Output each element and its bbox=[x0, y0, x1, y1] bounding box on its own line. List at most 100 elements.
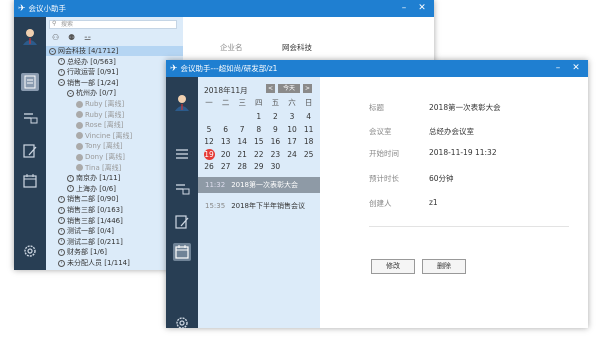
search-box[interactable]: ⚲ 搜索 bbox=[49, 20, 177, 29]
tree-node-row[interactable]: ⌄ 杭州办 [0/7] bbox=[46, 88, 116, 98]
expand-icon[interactable]: › bbox=[58, 68, 65, 76]
calendar-day[interactable]: 9 bbox=[267, 124, 283, 135]
calendar-day[interactable]: 4 bbox=[301, 111, 317, 122]
tree-label: 杭州办 [0/7] bbox=[76, 89, 116, 98]
event-list-item[interactable]: 15:35 2018年下半年销售会议 bbox=[198, 198, 320, 214]
company-label: 企业名 bbox=[220, 43, 243, 52]
tree-member-row[interactable]: Ruby [离线] bbox=[46, 99, 124, 109]
calendar-day[interactable]: 25 bbox=[301, 149, 317, 160]
expand-icon[interactable]: › bbox=[58, 206, 65, 214]
close-button[interactable]: ✕ bbox=[414, 0, 430, 17]
calendar-day[interactable]: 1 bbox=[251, 111, 267, 122]
calendar-day[interactable]: 21 bbox=[234, 149, 250, 160]
expand-icon[interactable]: › bbox=[58, 259, 65, 267]
expand-icon[interactable]: › bbox=[58, 58, 65, 66]
expand-icon[interactable]: › bbox=[67, 174, 74, 182]
tree-member-row[interactable]: Tina [离线] bbox=[46, 163, 121, 173]
tree-node-row[interactable]: › 测试二部 [0/211] bbox=[46, 237, 123, 247]
expand-icon[interactable]: › bbox=[58, 195, 65, 203]
calendar-day[interactable]: 3 bbox=[284, 111, 300, 122]
calendar-day[interactable]: 2 bbox=[267, 111, 283, 122]
calendar-day[interactable]: 28 bbox=[234, 161, 250, 172]
calendar-nav-icon[interactable] bbox=[173, 243, 191, 261]
contacts-nav-icon[interactable] bbox=[21, 73, 39, 91]
calendar-day-today[interactable]: 19 bbox=[203, 148, 215, 160]
messages-nav-icon[interactable] bbox=[173, 180, 191, 198]
collapse-icon[interactable]: ⌄ bbox=[49, 47, 56, 55]
expand-icon[interactable]: › bbox=[58, 227, 65, 235]
calendar-day[interactable]: 12 bbox=[201, 136, 217, 147]
expand-icon[interactable]: › bbox=[67, 185, 74, 193]
minimize-button[interactable]: – bbox=[396, 0, 412, 17]
collapse-icon[interactable]: ⌄ bbox=[67, 89, 74, 97]
delete-button[interactable]: 删除 bbox=[422, 259, 466, 274]
tree-label: 财务部 [1/6] bbox=[67, 248, 107, 257]
prev-month-button[interactable]: < bbox=[266, 84, 275, 93]
edit-button[interactable]: 修改 bbox=[371, 259, 415, 274]
calendar-day[interactable]: 6 bbox=[218, 124, 234, 135]
list-nav-icon[interactable] bbox=[173, 145, 191, 163]
tree-node-row[interactable]: › 上海办 [0/6] bbox=[46, 184, 116, 194]
calendar-day[interactable]: 11 bbox=[301, 124, 317, 135]
event-title: 2018年下半年销售会议 bbox=[231, 202, 306, 210]
calendar-day[interactable]: 20 bbox=[218, 149, 234, 160]
next-month-button[interactable]: > bbox=[303, 84, 312, 93]
calendar-day[interactable]: 18 bbox=[301, 136, 317, 147]
calendar-day[interactable]: 10 bbox=[284, 124, 300, 135]
tree-node-row[interactable]: ⌄ 网会科技 [4/1712] bbox=[46, 46, 183, 56]
tree-member-row[interactable]: Dony [离线] bbox=[46, 152, 125, 162]
calendar-day[interactable]: 14 bbox=[234, 136, 250, 147]
expand-icon[interactable]: › bbox=[58, 248, 65, 256]
calendar-nav-icon[interactable] bbox=[21, 172, 39, 190]
settings-gear-icon[interactable] bbox=[21, 242, 39, 260]
edit-nav-icon[interactable] bbox=[21, 142, 39, 160]
settings-gear-icon[interactable] bbox=[173, 314, 191, 332]
messages-nav-icon[interactable] bbox=[21, 109, 39, 127]
calendar-day[interactable]: 29 bbox=[251, 161, 267, 172]
tree-node-row[interactable]: › 南京办 [1/11] bbox=[46, 173, 120, 183]
weekday-header: 四 bbox=[255, 98, 263, 107]
tree-node-row[interactable]: › 销售三部 [0/163] bbox=[46, 205, 123, 215]
calendar-day[interactable]: 5 bbox=[201, 124, 217, 135]
group-icon[interactable]: ⚉ bbox=[68, 33, 75, 42]
tree-node-row[interactable]: › 测试一部 [0/4] bbox=[46, 226, 114, 236]
edit-nav-icon[interactable] bbox=[173, 213, 191, 231]
tree-node-row[interactable]: ⌄ 销售一部 [1/24] bbox=[46, 78, 118, 88]
tree-node-row[interactable]: › 行政运营 [0/91] bbox=[46, 67, 118, 77]
calendar-day[interactable]: 24 bbox=[284, 149, 300, 160]
tree-member-row[interactable]: Rose [离线] bbox=[46, 120, 123, 130]
tree-member-row[interactable]: Tony [离线] bbox=[46, 141, 123, 151]
event-list-item[interactable]: 11:32 2018第一次表彰大会 bbox=[198, 177, 320, 193]
today-button[interactable]: 今天 bbox=[278, 84, 300, 93]
calendar-day[interactable]: 23 bbox=[267, 149, 283, 160]
calendar-day[interactable]: 30 bbox=[267, 161, 283, 172]
calendar-day[interactable]: 27 bbox=[218, 161, 234, 172]
expand-icon[interactable]: › bbox=[58, 238, 65, 246]
expand-icon[interactable]: › bbox=[58, 217, 65, 225]
tree-node-row[interactable]: › 总经办 [0/563] bbox=[46, 57, 116, 67]
calendar-day[interactable]: 22 bbox=[251, 149, 267, 160]
minimize-button[interactable]: – bbox=[550, 60, 566, 77]
calendar-day[interactable]: 15 bbox=[251, 136, 267, 147]
org-structure-icon[interactable]: ⚍ bbox=[84, 33, 91, 42]
add-contact-icon[interactable]: ⚇ bbox=[52, 33, 59, 42]
calendar-day[interactable]: 16 bbox=[267, 136, 283, 147]
close-button[interactable]: ✕ bbox=[568, 60, 584, 77]
collapse-icon[interactable]: ⌄ bbox=[58, 79, 65, 87]
calendar-day[interactable]: 8 bbox=[251, 124, 267, 135]
avatar[interactable] bbox=[173, 93, 191, 111]
calendar-day[interactable]: 17 bbox=[284, 136, 300, 147]
tree-node-row[interactable]: › 财务部 [1/6] bbox=[46, 247, 107, 257]
contacts-window-titlebar[interactable]: ✈ 会议小助手 – ✕ bbox=[14, 0, 434, 17]
calendar-day[interactable]: 26 bbox=[201, 161, 217, 172]
tree-member-row[interactable]: Ruby [离线] bbox=[46, 110, 124, 120]
calendar-day[interactable]: 13 bbox=[218, 136, 234, 147]
tree-node-row[interactable]: › 销售三部 [1/446] bbox=[46, 216, 123, 226]
meeting-window-titlebar[interactable]: ✈ 会议助手---超如尚/研发部/z1 – ✕ bbox=[166, 60, 588, 77]
avatar[interactable] bbox=[21, 27, 39, 45]
tree-member-row[interactable]: Vincine [离线] bbox=[46, 131, 132, 141]
tree-node-row[interactable]: › 销售二部 [0/90] bbox=[46, 194, 118, 204]
tree-node-row[interactable]: › 未分配人员 [1/114] bbox=[46, 258, 130, 268]
calendar-day[interactable]: 7 bbox=[234, 124, 250, 135]
meeting-window: ✈ 会议助手---超如尚/研发部/z1 – ✕ 2018年11月 < 今天 > … bbox=[166, 60, 588, 329]
